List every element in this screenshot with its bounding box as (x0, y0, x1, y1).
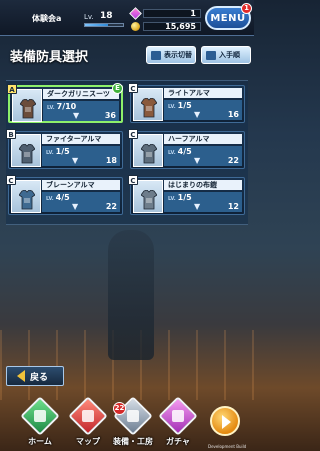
armor-defense: 12 (227, 202, 239, 211)
armor-name: ライトアルマ (164, 88, 242, 98)
armor-thumbnail (11, 134, 41, 167)
page-title: 装備防具選択 (10, 50, 89, 65)
armor-defense: 22 (227, 156, 239, 165)
build-label: Development Build (208, 444, 247, 449)
armor-name: ファイターアルマ (42, 134, 120, 144)
armor-list-panel: A ダークガリニスーツ LV. 7/10 ▼ 36 E C ライトアルマ LV. 1… (6, 80, 248, 225)
armor-thumbnail (133, 88, 163, 121)
nav-home[interactable]: ホーム (20, 396, 60, 450)
armor-card[interactable]: C ハーフアルマ LV. 4/5 ▼ 22 (128, 129, 245, 169)
armor-name: ダークガリニスーツ (43, 89, 119, 99)
shield-icon: ▼ (72, 156, 79, 165)
rank-badge: C (128, 129, 138, 139)
armor-stats: LV. 4/5 ▼ 22 (42, 192, 120, 212)
shield-icon: ▼ (72, 202, 79, 211)
back-arrow-icon (17, 370, 25, 382)
armor-card[interactable]: A ダークガリニスーツ LV. 7/10 ▼ 36 E (7, 83, 123, 123)
display-toggle-button[interactable]: 表示切替 (146, 46, 196, 64)
armor-defense: 16 (227, 110, 239, 119)
rank-badge: B (6, 129, 16, 139)
gem-count: 1 (190, 9, 196, 18)
background-character (108, 230, 154, 360)
armor-stats: LV. 4/5 ▼ 22 (164, 146, 242, 166)
armor-card[interactable]: C ライトアルマ LV. 1/5 ▼ 16 (128, 83, 245, 123)
display-toggle-label: 表示切替 (164, 51, 192, 59)
armor-icon (19, 144, 35, 164)
sort-order-button[interactable]: 入手順 (201, 46, 251, 64)
nav-map-label: マップ (76, 437, 100, 446)
armor-icon (141, 190, 157, 210)
armor-thumbnail (11, 180, 41, 213)
map-icon (68, 396, 108, 436)
armor-icon (141, 144, 157, 164)
armor-defense: 18 (105, 156, 117, 165)
rank-badge: C (128, 175, 138, 185)
armor-card[interactable]: C はじまりの布鎧 LV. 1/5 ▼ 12 (128, 175, 245, 215)
armor-thumbnail (133, 134, 163, 167)
armor-stats: LV. 1/5 ▼ 16 (164, 100, 242, 120)
armor-icon (19, 190, 35, 210)
armor-icon (20, 99, 36, 119)
coin-counter: 15,695 (143, 22, 201, 31)
armor-level: LV. 1/5 (46, 147, 70, 156)
nav-map[interactable]: マップ (68, 396, 108, 450)
back-button-label: 戻る (30, 372, 49, 383)
workshop-badge: 22 (113, 402, 126, 415)
armor-defense: 36 (104, 111, 116, 120)
shield-icon: ▼ (194, 110, 201, 119)
armor-name: ブレーンアルマ (42, 180, 120, 190)
gem-icon (129, 7, 142, 20)
coin-count: 15,695 (165, 22, 196, 31)
player-name: 体験会a (32, 14, 62, 23)
back-button[interactable]: 戻る (6, 366, 64, 386)
armor-name: ハーフアルマ (164, 134, 242, 144)
armor-stats: LV. 1/5 ▼ 12 (164, 192, 242, 212)
sort-icon (206, 50, 216, 60)
menu-badge: 1 (241, 3, 252, 14)
equipped-badge: E (112, 83, 123, 94)
gem-counter[interactable]: 1 (143, 9, 201, 18)
rank-badge: A (7, 84, 17, 94)
armor-level: LV. 7/10 (47, 102, 77, 111)
next-arrow-button[interactable] (210, 406, 240, 436)
nav-equipment-workshop-label: 装備・工房 (113, 437, 153, 446)
shield-icon: ▼ (194, 156, 201, 165)
menu-button-label: MENU (210, 12, 246, 24)
exp-bar-fill (85, 24, 108, 26)
coin-icon (131, 22, 140, 31)
gacha-icon (158, 396, 198, 436)
armor-card[interactable]: B ファイターアルマ LV. 1/5 ▼ 18 (6, 129, 123, 169)
armor-level: LV. 1/5 (168, 193, 192, 202)
armor-level: LV. 1/5 (168, 101, 192, 110)
rank-badge: C (128, 83, 138, 93)
armor-level: LV. 4/5 (46, 193, 70, 202)
shield-icon: ▼ (73, 111, 80, 120)
level-label: Lv. (84, 13, 94, 21)
armor-thumbnail (12, 89, 42, 122)
nav-gacha-label: ガチャ (166, 437, 190, 446)
nav-gacha[interactable]: ガチャ (158, 396, 198, 450)
player-level: 18 (100, 11, 113, 21)
armor-stats: LV. 1/5 ▼ 18 (42, 146, 120, 166)
armor-card[interactable]: C ブレーンアルマ LV. 4/5 ▼ 22 (6, 175, 123, 215)
exp-bar (84, 23, 124, 27)
home-icon (20, 396, 60, 436)
armor-name: はじまりの布鎧 (164, 180, 242, 190)
armor-icon (141, 98, 157, 118)
sort-order-label: 入手順 (219, 51, 240, 59)
armor-defense: 22 (105, 202, 117, 211)
grid-icon (151, 50, 161, 60)
shield-icon: ▼ (194, 202, 201, 211)
nav-home-label: ホーム (28, 437, 52, 446)
rank-badge: C (6, 175, 16, 185)
armor-thumbnail (133, 180, 163, 213)
armor-level: LV. 4/5 (168, 147, 192, 156)
armor-stats: LV. 7/10 ▼ 36 (43, 101, 119, 121)
